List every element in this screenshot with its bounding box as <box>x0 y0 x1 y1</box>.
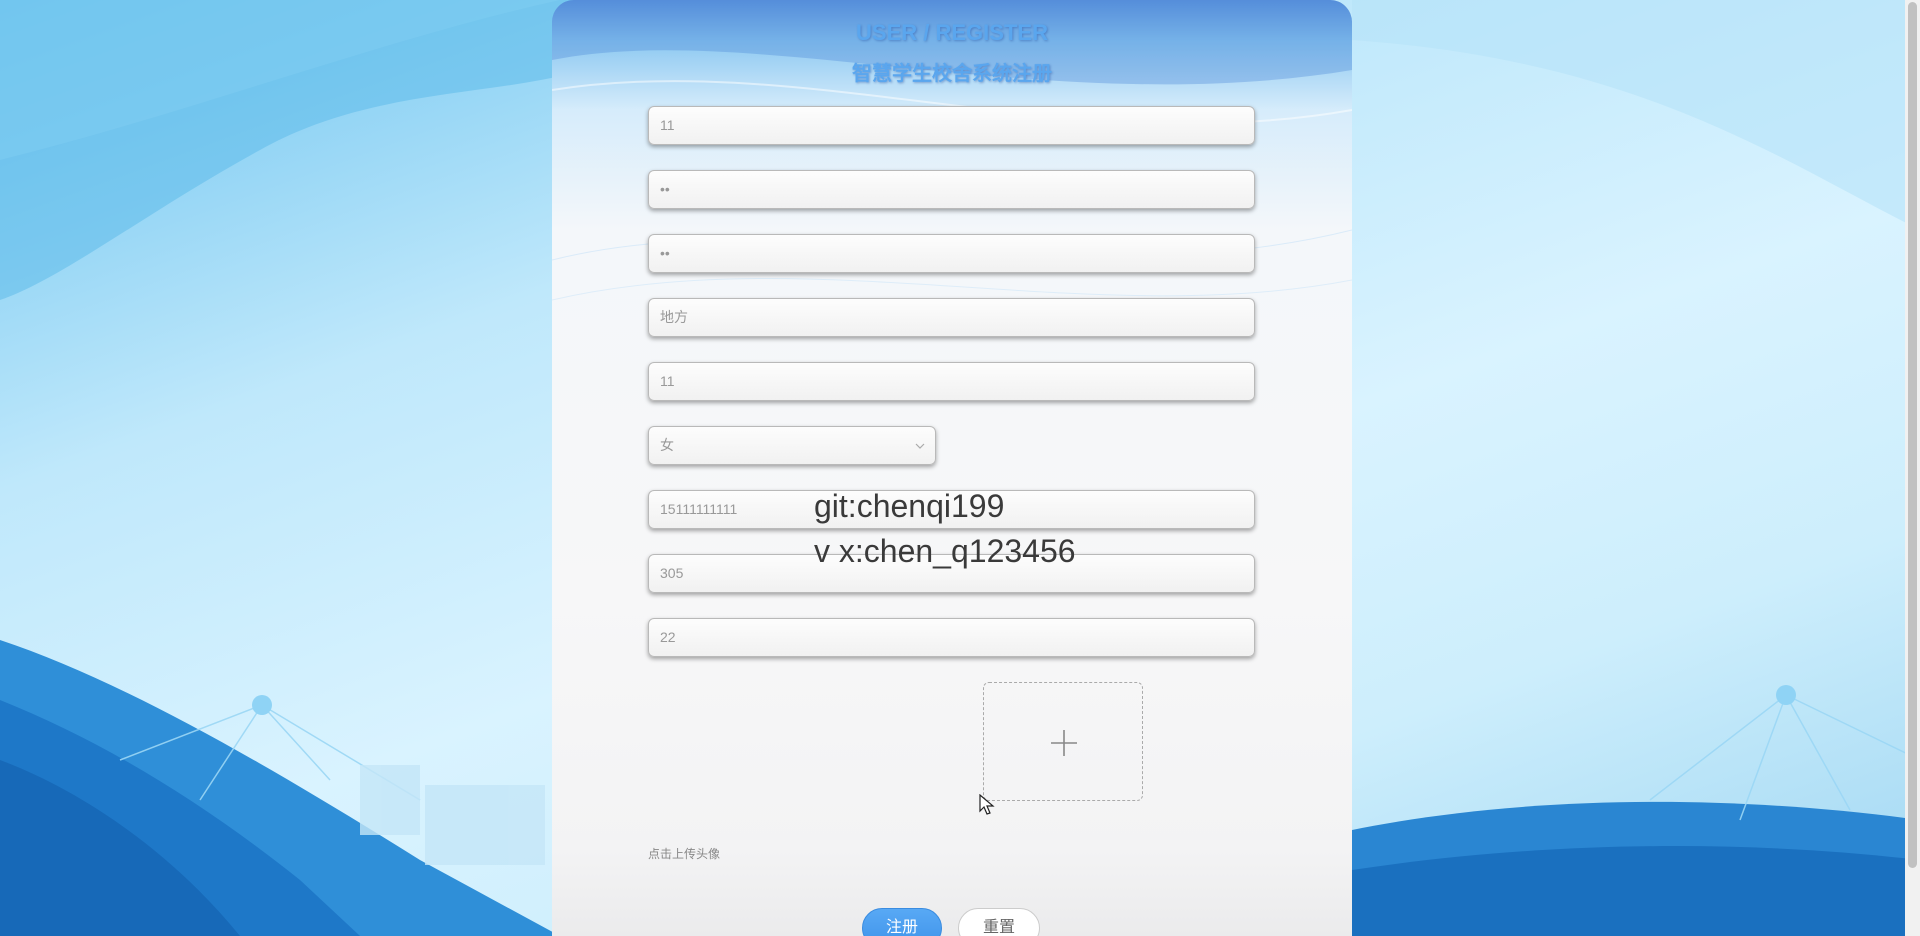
account-input[interactable]: 11 <box>648 106 1255 145</box>
scrollbar-thumb[interactable] <box>1908 2 1917 868</box>
register-card: USER / REGISTER 智慧学生校舍系统注册 11 •• •• 地方 1… <box>552 0 1352 936</box>
page-title-en: USER / REGISTER <box>856 20 1048 45</box>
password-input[interactable]: •• <box>648 170 1255 209</box>
gender-value: 女 <box>660 437 674 453</box>
confirm-password-input[interactable]: •• <box>648 234 1255 273</box>
password-value: •• <box>660 181 670 197</box>
avatar-upload[interactable] <box>983 682 1143 801</box>
confirm-password-value: •• <box>660 245 670 261</box>
name-input[interactable]: 11 <box>648 362 1255 401</box>
watermark-wx: v x:chen_q123456 <box>814 533 1076 569</box>
address-input[interactable]: 地方 <box>648 298 1255 337</box>
reset-button[interactable]: 重置 <box>958 908 1040 936</box>
dorm-value: 305 <box>660 565 684 581</box>
age-value: 22 <box>660 629 676 645</box>
page-scrollbar[interactable] <box>1905 0 1920 936</box>
address-value: 地方 <box>660 309 688 325</box>
phone-value: 15111111111 <box>660 501 738 517</box>
name-value: 11 <box>660 373 675 389</box>
register-button[interactable]: 注册 <box>862 908 942 936</box>
plus-icon <box>1051 730 1077 756</box>
gender-select[interactable]: 女 <box>648 426 936 465</box>
mouse-pointer-icon <box>979 794 995 815</box>
upload-hint: 点击上传头像 <box>648 847 721 861</box>
age-input[interactable]: 22 <box>648 618 1255 657</box>
chevron-down-icon <box>915 443 925 449</box>
watermark-git: git:chenqi199 <box>814 488 1005 524</box>
account-value: 11 <box>660 117 675 133</box>
page-title: 智慧学生校舍系统注册 <box>852 63 1052 85</box>
